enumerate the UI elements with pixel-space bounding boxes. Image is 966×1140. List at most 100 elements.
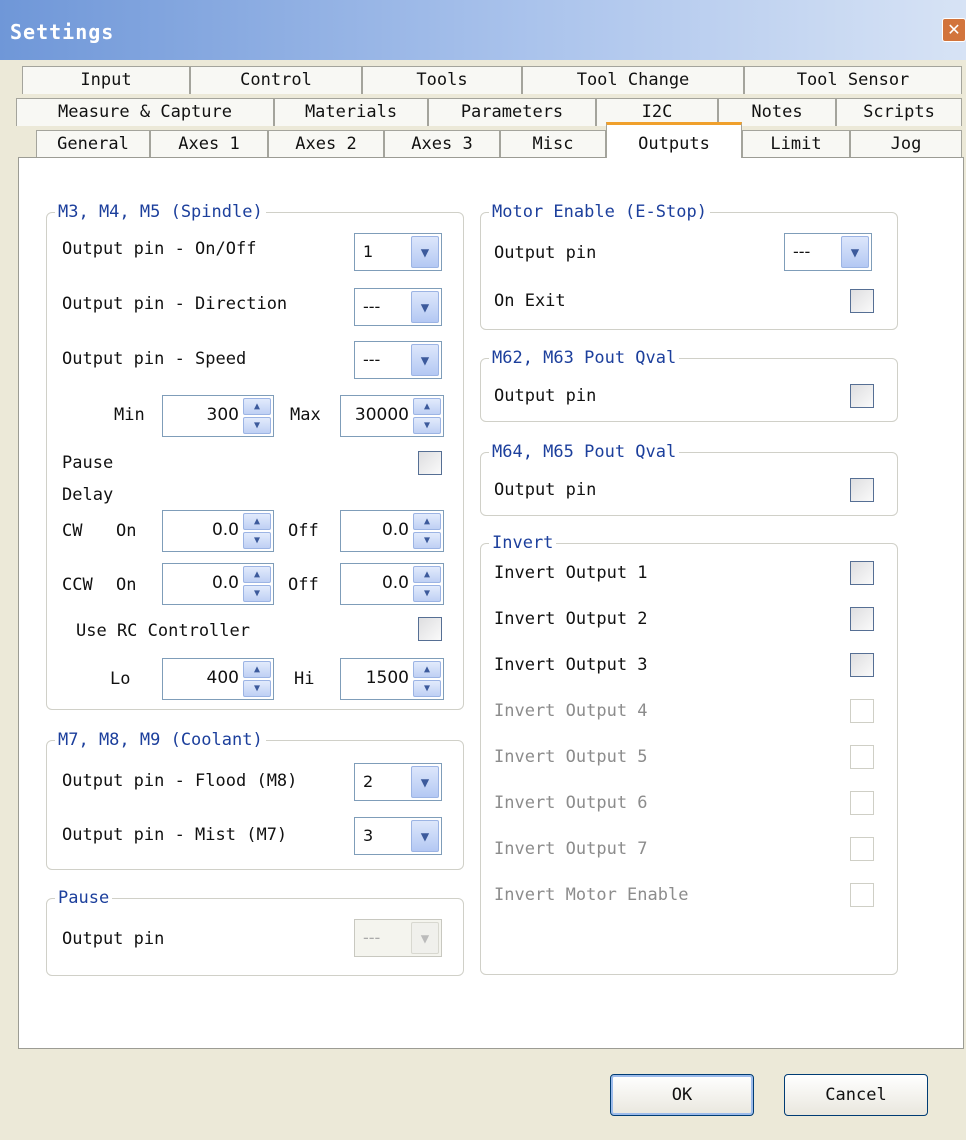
cw-on-value: 0.0 xyxy=(211,520,239,540)
tab-axes-2[interactable]: Axes 2 xyxy=(268,130,384,158)
spindle-speed-select[interactable]: --- ▼ xyxy=(354,341,442,379)
min-spinner[interactable]: 300 ▲ ▼ xyxy=(162,395,274,437)
spin-down-icon[interactable]: ▼ xyxy=(243,585,271,602)
delay-label: Delay xyxy=(62,485,114,505)
close-icon[interactable]: ✕ xyxy=(942,18,966,42)
tab-control[interactable]: Control xyxy=(190,66,362,94)
spin-up-icon[interactable]: ▲ xyxy=(243,513,271,530)
tab-materials[interactable]: Materials xyxy=(274,98,428,126)
ok-button[interactable]: OK xyxy=(610,1074,754,1116)
cw-label: CW xyxy=(62,521,83,541)
invert-output-1-checkbox[interactable] xyxy=(850,561,874,585)
tab-limit[interactable]: Limit xyxy=(742,130,850,158)
chevron-down-icon[interactable]: ▼ xyxy=(411,820,439,852)
chevron-down-icon[interactable]: ▼ xyxy=(411,236,439,268)
invert-output-4-checkbox xyxy=(850,699,874,723)
motor-enable-output-value: --- xyxy=(793,242,811,261)
tab-tool-sensor[interactable]: Tool Sensor xyxy=(744,66,962,94)
spin-up-icon[interactable]: ▲ xyxy=(413,661,441,678)
invert-output-1-label: Invert Output 1 xyxy=(494,563,648,583)
spin-up-icon[interactable]: ▲ xyxy=(243,566,271,583)
spindle-onoff-select[interactable]: 1 ▼ xyxy=(354,233,442,271)
cw-off-spinner[interactable]: 0.0 ▲ ▼ xyxy=(340,510,444,552)
invert-legend: Invert xyxy=(489,533,557,553)
mist-select[interactable]: 3 ▼ xyxy=(354,817,442,855)
coolant-legend: M7, M8, M9 (Coolant) xyxy=(55,730,266,750)
max-spinner[interactable]: 30000 ▲ ▼ xyxy=(340,395,444,437)
motor-enable-output-label: Output pin xyxy=(494,243,597,263)
title-bar[interactable]: Settings ✕ xyxy=(0,0,966,60)
invert-output-6-label: Invert Output 6 xyxy=(494,793,648,813)
chevron-down-icon[interactable]: ▼ xyxy=(841,236,869,268)
invert-output-3-checkbox[interactable] xyxy=(850,653,874,677)
spin-down-icon[interactable]: ▼ xyxy=(243,680,271,697)
flood-value: 2 xyxy=(363,772,374,791)
on-exit-checkbox[interactable] xyxy=(850,289,874,313)
pause-output-label: Output pin xyxy=(62,929,165,949)
tab-scripts[interactable]: Scripts xyxy=(836,98,962,126)
ccw-off-spinner[interactable]: 0.0 ▲ ▼ xyxy=(340,563,444,605)
spin-down-icon[interactable]: ▼ xyxy=(413,417,441,434)
tab-input[interactable]: Input xyxy=(22,66,190,94)
spin-up-icon[interactable]: ▲ xyxy=(243,661,271,678)
ccw-off-label: Off xyxy=(288,575,319,595)
tab-general[interactable]: General xyxy=(36,130,150,158)
invert-output-4-label: Invert Output 4 xyxy=(494,701,648,721)
tab-parameters[interactable]: Parameters xyxy=(428,98,596,126)
cw-off-label: Off xyxy=(288,521,319,541)
tab-jog[interactable]: Jog xyxy=(850,130,962,158)
pause-checkbox[interactable] xyxy=(418,451,442,475)
ccw-on-label: On xyxy=(116,575,137,595)
tab-misc[interactable]: Misc xyxy=(500,130,606,158)
ccw-off-value: 0.0 xyxy=(381,573,409,593)
chevron-down-icon[interactable]: ▼ xyxy=(411,344,439,376)
ccw-on-spinner[interactable]: 0.0 ▲ ▼ xyxy=(162,563,274,605)
invert-output-2-checkbox[interactable] xyxy=(850,607,874,631)
spin-down-icon[interactable]: ▼ xyxy=(243,532,271,549)
spin-up-icon[interactable]: ▲ xyxy=(413,398,441,415)
on-exit-label: On Exit xyxy=(494,291,566,311)
rc-controller-checkbox[interactable] xyxy=(418,617,442,641)
cancel-button[interactable]: Cancel xyxy=(784,1074,928,1116)
spin-up-icon[interactable]: ▲ xyxy=(413,566,441,583)
spin-down-icon[interactable]: ▼ xyxy=(243,417,271,434)
pause-output-value: --- xyxy=(363,928,381,947)
chevron-down-icon[interactable]: ▼ xyxy=(411,766,439,798)
tab-axes-1[interactable]: Axes 1 xyxy=(150,130,268,158)
flood-select[interactable]: 2 ▼ xyxy=(354,763,442,801)
m64-output-checkbox[interactable] xyxy=(850,478,874,502)
spin-down-icon[interactable]: ▼ xyxy=(413,680,441,697)
spindle-speed-label: Output pin - Speed xyxy=(62,349,247,369)
tab-outputs[interactable]: Outputs xyxy=(606,122,742,158)
spin-up-icon[interactable]: ▲ xyxy=(413,513,441,530)
mist-value: 3 xyxy=(363,826,374,845)
hi-label: Hi xyxy=(294,669,315,689)
motor-enable-legend: Motor Enable (E-Stop) xyxy=(489,202,710,222)
tab-tool-change[interactable]: Tool Change xyxy=(522,66,744,94)
spin-up-icon[interactable]: ▲ xyxy=(243,398,271,415)
m62-output-checkbox[interactable] xyxy=(850,384,874,408)
lo-spinner[interactable]: 400 ▲ ▼ xyxy=(162,658,274,700)
hi-spinner[interactable]: 1500 ▲ ▼ xyxy=(340,658,444,700)
spindle-direction-label: Output pin - Direction xyxy=(62,294,288,314)
max-label: Max xyxy=(290,405,321,425)
chevron-down-icon[interactable]: ▼ xyxy=(411,291,439,323)
invert-output-5-checkbox xyxy=(850,745,874,769)
invert-output-2-label: Invert Output 2 xyxy=(494,609,648,629)
spindle-direction-select[interactable]: --- ▼ xyxy=(354,288,442,326)
invert-motor-enable-label: Invert Motor Enable xyxy=(494,885,689,905)
ccw-on-value: 0.0 xyxy=(211,573,239,593)
chevron-down-icon: ▼ xyxy=(411,922,439,954)
invert-output-7-checkbox xyxy=(850,837,874,861)
cw-on-spinner[interactable]: 0.0 ▲ ▼ xyxy=(162,510,274,552)
motor-enable-output-select[interactable]: --- ▼ xyxy=(784,233,872,271)
invert-output-6-checkbox xyxy=(850,791,874,815)
tab-axes-3[interactable]: Axes 3 xyxy=(384,130,500,158)
tab-tools[interactable]: Tools xyxy=(362,66,522,94)
tab-measure-capture[interactable]: Measure & Capture xyxy=(16,98,274,126)
spin-down-icon[interactable]: ▼ xyxy=(413,585,441,602)
spin-down-icon[interactable]: ▼ xyxy=(413,532,441,549)
motor-enable-group: Motor Enable (E-Stop) xyxy=(480,202,898,330)
invert-motor-enable-checkbox xyxy=(850,883,874,907)
spindle-onoff-label: Output pin - On/Off xyxy=(62,239,257,259)
